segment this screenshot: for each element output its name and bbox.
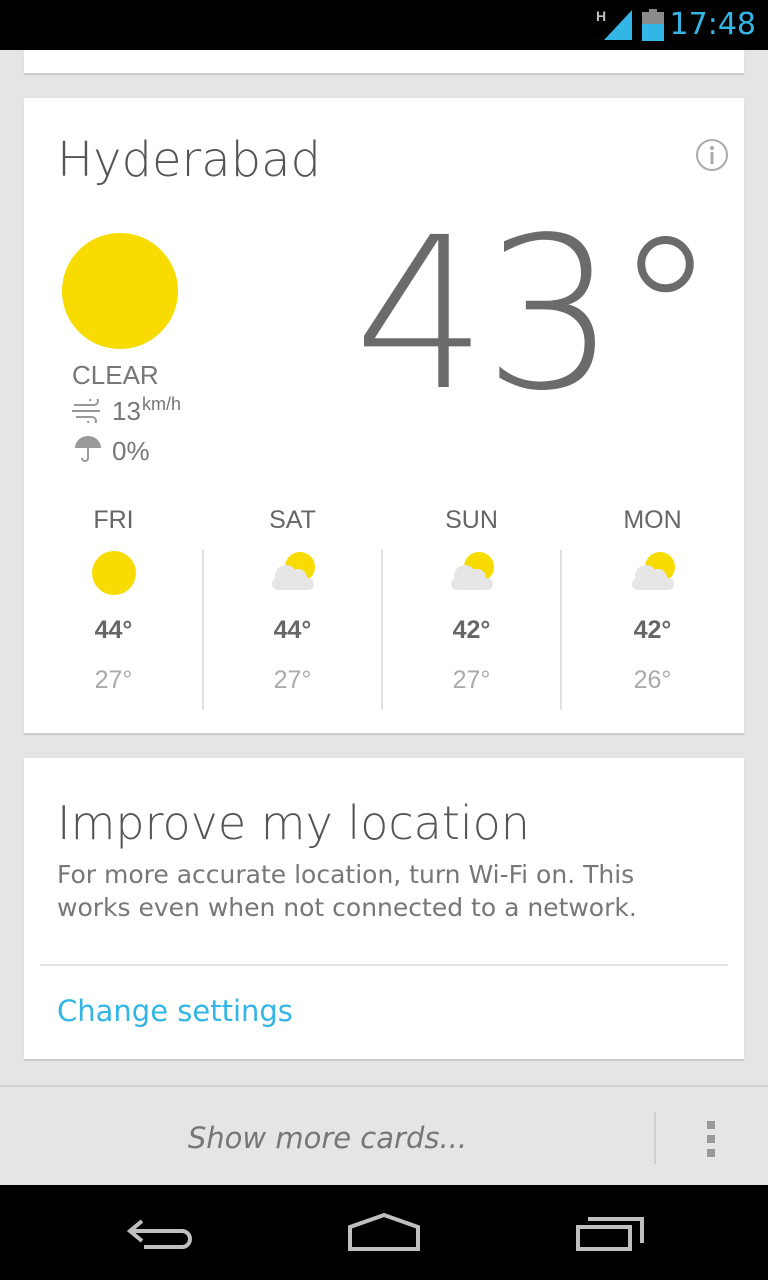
city-name: Hyderabad [57, 132, 321, 188]
more-cards-bar: Show more cards... [0, 1085, 768, 1187]
signal-icon [604, 10, 632, 40]
forecast-day: FRI 44° 27° [24, 498, 203, 718]
previous-card[interactable] [24, 50, 744, 73]
partly-cloudy-icon [271, 552, 315, 590]
forecast-high: 42° [452, 616, 491, 644]
show-more-cards-button[interactable]: Show more cards... [0, 1121, 655, 1155]
change-settings-link[interactable]: Change settings [57, 994, 293, 1028]
wind-speed: 13 [112, 396, 141, 426]
card-title: Improve my location [57, 796, 530, 850]
weather-card[interactable]: Hyderabad CLEAR 13 km/h 0% 43° FRI 44° 2… [24, 98, 744, 733]
wind-icon [72, 399, 100, 423]
sun-icon [91, 551, 136, 595]
navigation-bar [0, 1185, 768, 1280]
divider [654, 1112, 656, 1164]
card-body: For more accurate location, turn Wi-Fi o… [57, 860, 637, 922]
home-icon[interactable] [346, 1213, 422, 1253]
status-bar: H 17:48 [0, 0, 768, 50]
forecast-day-name: SUN [445, 506, 498, 534]
battery-icon [642, 9, 664, 41]
forecast: FRI 44° 27° SAT 44° 27° SUN 42° 27° MON … [24, 498, 744, 718]
forecast-day: MON 42° 26° [561, 498, 744, 718]
forecast-low: 27° [94, 666, 133, 694]
condition-label: CLEAR [72, 360, 159, 390]
precipitation-value: 0% [112, 436, 150, 466]
forecast-day-name: SAT [269, 506, 316, 534]
sun-icon [62, 233, 178, 349]
back-icon[interactable] [124, 1213, 196, 1253]
current-temperature: 43° [353, 192, 718, 437]
forecast-low: 27° [452, 666, 491, 694]
overflow-menu-icon[interactable] [706, 1119, 716, 1159]
partly-cloudy-icon [450, 552, 494, 590]
improve-location-card[interactable]: Improve my location For more accurate lo… [24, 758, 744, 1059]
forecast-low: 27° [273, 666, 312, 694]
wind-unit: km/h [142, 394, 182, 414]
forecast-day: SAT 44° 27° [203, 498, 382, 718]
forecast-low: 26° [633, 666, 672, 694]
partly-cloudy-icon [631, 552, 675, 590]
clock: 17:48 [669, 7, 756, 42]
forecast-day: SUN 42° 27° [382, 498, 561, 718]
forecast-high: 44° [273, 616, 312, 644]
recent-apps-icon[interactable] [574, 1213, 646, 1253]
forecast-high: 44° [94, 616, 133, 644]
info-icon[interactable] [695, 138, 729, 172]
forecast-day-name: MON [623, 506, 682, 534]
divider [40, 964, 728, 966]
umbrella-icon [75, 436, 101, 462]
forecast-day-name: FRI [93, 506, 134, 534]
forecast-high: 42° [633, 616, 672, 644]
